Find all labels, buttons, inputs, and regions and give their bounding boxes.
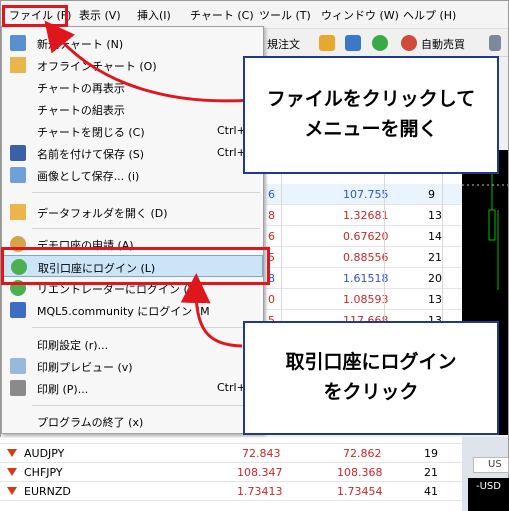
callout-text-bottom: 取引口座にログイン をクリック: [245, 347, 497, 407]
c1-line: メニューを開く: [304, 118, 438, 140]
c2-line: をクリック: [323, 381, 419, 403]
instruction-callout-bottom: 取引口座にログイン をクリック: [243, 321, 499, 435]
arrow-to-file-menu: [44, 20, 253, 103]
c1-line: ファイルをクリックして: [266, 88, 476, 110]
arrow-to-login-item: [180, 273, 243, 348]
callout-text-top: ファイルをクリックして メニューを開く: [245, 84, 497, 144]
instruction-callout-top: ファイルをクリックして メニューを開く: [243, 56, 499, 174]
c2-line: 取引口座にログイン: [285, 351, 457, 373]
